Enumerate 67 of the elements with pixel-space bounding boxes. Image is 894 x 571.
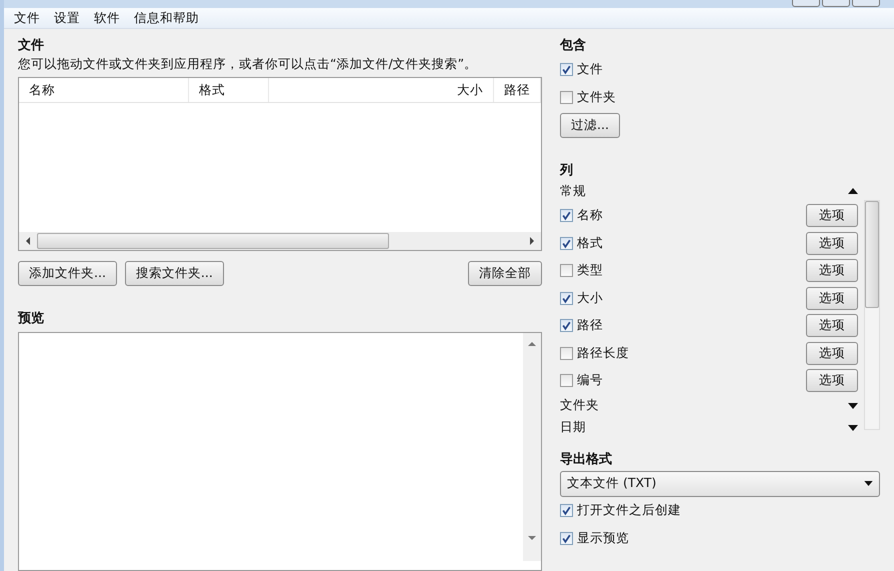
column-header[interactable]: 路径	[494, 78, 541, 102]
checkbox-label: 显示预览	[577, 530, 629, 547]
column-header[interactable]: 格式	[189, 78, 269, 102]
menu-item[interactable]: 设置	[54, 10, 80, 26]
section-heading: 列	[560, 162, 574, 180]
maximize-button[interactable]	[822, 0, 850, 7]
checkbox[interactable]	[560, 319, 573, 332]
dropdown-caret-icon	[864, 481, 873, 486]
options-button[interactable]: 选项	[806, 342, 858, 365]
folder-button[interactable]: 添加文件夹...	[18, 261, 117, 286]
filter-button[interactable]: 过滤...	[560, 113, 620, 138]
checkbox[interactable]	[560, 346, 573, 360]
checkbox-label: 打开文件之后创建	[577, 502, 681, 519]
vertical-scrollbar[interactable]	[864, 200, 880, 430]
scrollbar-thumb[interactable]	[37, 233, 389, 249]
checkbox[interactable]	[560, 264, 573, 278]
options-button[interactable]: 选项	[806, 259, 858, 282]
section-heading: 预览	[18, 310, 45, 328]
column-header[interactable]: 名称	[19, 78, 189, 102]
checkbox[interactable]	[560, 292, 573, 305]
menu-item[interactable]: 信息和帮助	[134, 10, 199, 26]
options-button[interactable]: 选项	[806, 204, 858, 228]
scroll-left-icon[interactable]	[25, 237, 31, 245]
vertical-scrollbar[interactable]	[523, 333, 541, 561]
group-label: 文件夹	[560, 397, 599, 414]
section-heading: 文件	[18, 37, 45, 55]
checkbox-label: 路径长度	[577, 344, 629, 362]
hint-text: 您可以拖动文件或文件夹到应用程序，或者你可以点击“添加文件/文件夹搜索”。	[18, 55, 478, 73]
checkbox-label: 路径	[577, 317, 603, 334]
scroll-up-icon[interactable]	[528, 341, 536, 347]
group-label: 日期	[560, 419, 586, 436]
checkbox[interactable]	[560, 236, 573, 250]
checkbox-label: 编号	[577, 372, 603, 390]
options-button[interactable]: 选项	[806, 232, 858, 255]
horizontal-scrollbar[interactable]	[19, 232, 541, 250]
checkbox[interactable]	[560, 504, 573, 517]
menu-item[interactable]: 文件	[14, 10, 40, 26]
format-dropdown[interactable]: 文本文件 (TXT)	[560, 470, 880, 496]
checkbox[interactable]	[560, 532, 573, 545]
expand-icon[interactable]	[848, 402, 858, 408]
checkbox-label: 格式	[577, 234, 603, 252]
checkbox[interactable]	[560, 90, 573, 104]
scroll-down-icon[interactable]	[528, 535, 536, 541]
checkbox[interactable]	[560, 374, 573, 388]
options-button[interactable]: 选项	[806, 369, 858, 392]
folder-button[interactable]: 搜索文件夹...	[124, 261, 224, 286]
section-heading: 导出格式	[560, 450, 613, 468]
menu-item[interactable]: 软件	[94, 10, 120, 26]
minimize-button[interactable]	[792, 0, 820, 7]
checkbox-label: 名称	[577, 207, 603, 224]
checkbox-label: 文件	[577, 60, 603, 78]
checkbox-label: 文件夹	[577, 88, 616, 106]
close-button[interactable]	[852, 0, 880, 7]
expand-icon[interactable]	[848, 424, 858, 430]
checkbox[interactable]	[560, 62, 573, 76]
section-heading: 包含	[560, 37, 587, 55]
column-header[interactable]: 大小	[269, 78, 494, 102]
options-button[interactable]: 选项	[806, 286, 858, 310]
checkbox[interactable]	[560, 209, 573, 222]
checkbox-label: 大小	[577, 290, 603, 307]
scrollbar-thumb[interactable]	[865, 201, 879, 308]
collapse-icon[interactable]	[848, 188, 858, 194]
scroll-right-icon[interactable]	[529, 237, 535, 245]
checkbox-label: 类型	[577, 262, 603, 280]
options-button[interactable]: 选项	[806, 314, 858, 338]
group-label: 常规	[560, 182, 586, 200]
clear-all-button[interactable]: 清除全部	[468, 261, 542, 286]
